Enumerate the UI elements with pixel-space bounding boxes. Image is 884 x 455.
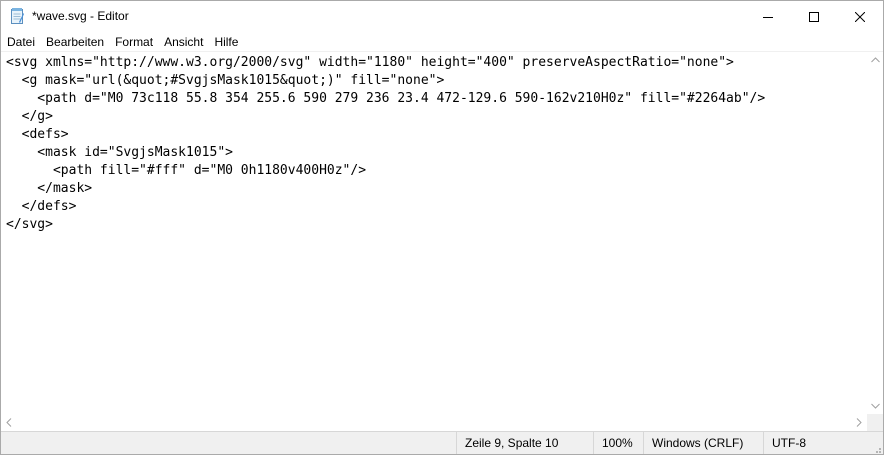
code-line: </defs> [6, 199, 77, 214]
maximize-button[interactable] [791, 1, 837, 32]
scroll-down-icon[interactable] [867, 398, 883, 414]
encoding: UTF-8 [763, 432, 869, 454]
menu-ansicht[interactable]: Ansicht [158, 32, 208, 52]
menu-hilfe[interactable]: Hilfe [208, 32, 243, 52]
horizontal-scrollbar[interactable] [1, 414, 867, 431]
menu-bar: Datei Bearbeiten Format Ansicht Hilfe [1, 32, 883, 52]
status-bar: Zeile 9, Spalte 10 100% Windows (CRLF) U… [1, 431, 883, 454]
title-bar[interactable]: *wave.svg - Editor [1, 1, 883, 32]
notepad-icon [11, 8, 24, 24]
code-line: <g mask="url(&quot;#SvgjsMask1015&quot;)… [6, 73, 445, 88]
scrollbar-corner [867, 414, 883, 431]
code-line: <path fill="#fff" d="M0 0h1180v400H0z"/> [6, 163, 367, 178]
scroll-left-icon[interactable] [1, 414, 17, 430]
editor-window: *wave.svg - Editor Datei Bearbeiten Form… [0, 0, 884, 455]
line-endings: Windows (CRLF) [643, 432, 763, 454]
zoom-level: 100% [593, 432, 643, 454]
close-icon [855, 11, 865, 22]
minimize-icon [763, 12, 773, 22]
code-line: <svg xmlns="http://www.w3.org/2000/svg" … [6, 55, 734, 70]
close-button[interactable] [837, 1, 883, 32]
code-line: <defs> [6, 127, 69, 142]
menu-bearbeiten[interactable]: Bearbeiten [40, 32, 109, 52]
text-editor-area[interactable]: <svg xmlns="http://www.w3.org/2000/svg" … [1, 52, 867, 414]
code-line: </svg> [6, 217, 53, 232]
minimize-button[interactable] [745, 1, 791, 32]
maximize-icon [809, 11, 819, 22]
resize-grip-icon[interactable] [871, 443, 881, 453]
window-title: *wave.svg - Editor [32, 9, 129, 23]
code-line: <path d="M0 73c118 55.8 354 255.6 590 27… [6, 91, 766, 106]
menu-datei[interactable]: Datei [1, 32, 40, 52]
vertical-scrollbar[interactable] [867, 52, 883, 414]
code-line: </g> [6, 109, 53, 124]
code-line: <mask id="SvgjsMask1015"> [6, 145, 233, 160]
cursor-position: Zeile 9, Spalte 10 [456, 432, 593, 454]
code-line: </mask> [6, 181, 93, 196]
menu-format[interactable]: Format [109, 32, 158, 52]
scroll-up-icon[interactable] [867, 52, 883, 68]
editor-content[interactable]: <svg xmlns="http://www.w3.org/2000/svg" … [1, 52, 867, 234]
scroll-right-icon[interactable] [851, 414, 867, 430]
